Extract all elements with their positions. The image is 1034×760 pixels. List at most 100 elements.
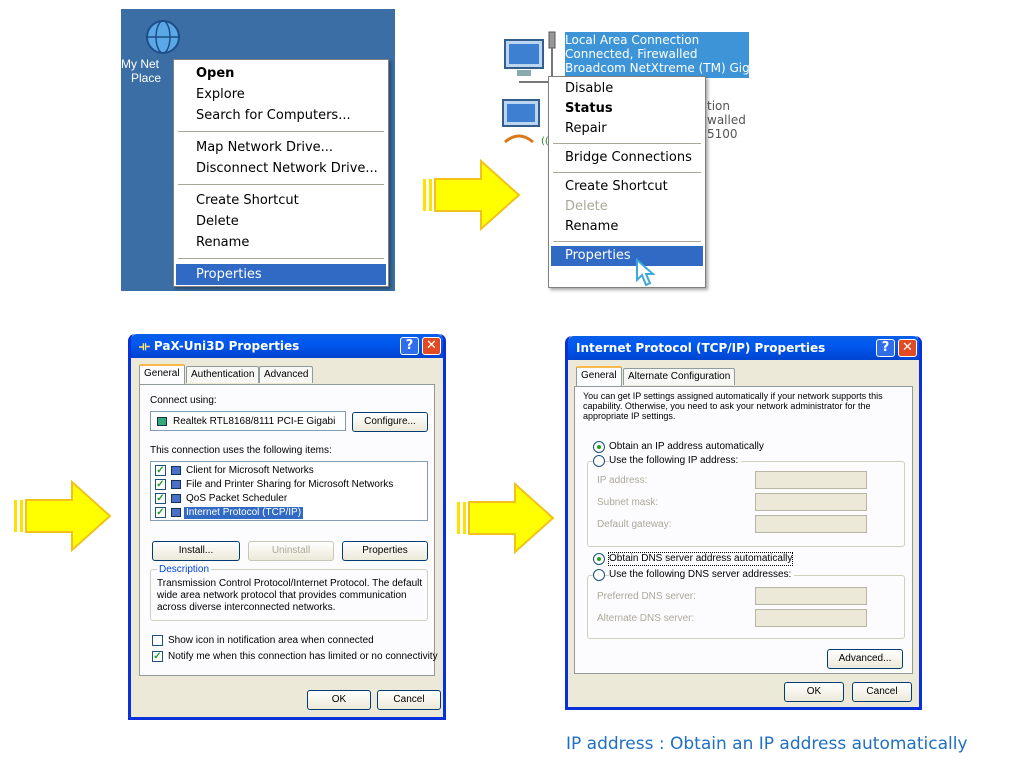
- menu-separator: [553, 241, 701, 242]
- properties-button[interactable]: Properties: [342, 541, 428, 561]
- menu-separator: [178, 184, 384, 185]
- dialog-titlebar: Internet Protocol (TCP/IP) Properties ? …: [568, 336, 919, 360]
- network-connections-panel: Local Area Connection Connected, Firewal…: [495, 20, 755, 290]
- menu-separator: [553, 172, 701, 173]
- connection-device: Broadcom NetXtreme (TM) Gigabit...: [565, 62, 749, 75]
- ok-button[interactable]: OK: [307, 690, 371, 710]
- adapter-name: Realtek RTL8168/8111 PCI-E Gigabi: [173, 416, 336, 427]
- component-checkbox[interactable]: ✓: [155, 507, 166, 518]
- tab-general[interactable]: General: [139, 364, 185, 384]
- obtain-dns-radio[interactable]: [593, 553, 605, 565]
- obtain-ip-radio[interactable]: [593, 441, 605, 453]
- component-checkbox[interactable]: ✓: [155, 493, 166, 504]
- second-connection-status: walled: [707, 113, 746, 127]
- ip-address-label: IP address:: [597, 475, 648, 486]
- close-button[interactable]: ✕: [422, 337, 441, 355]
- tab-alternate-configuration[interactable]: Alternate Configuration: [623, 368, 736, 385]
- menu-item-bridge-connections[interactable]: Bridge Connections: [551, 148, 703, 168]
- cancel-button[interactable]: Cancel: [377, 690, 441, 710]
- menu-item-create-shortcut[interactable]: Create Shortcut: [551, 177, 703, 197]
- menu-item-properties[interactable]: Properties: [551, 246, 703, 266]
- tab-authentication[interactable]: Authentication: [186, 366, 260, 383]
- connect-using-label: Connect using:: [150, 395, 217, 406]
- connection-properties-dialog: ⟛ PaX-Uni3D Properties ? ✕ General Authen…: [128, 334, 446, 720]
- subnet-mask-label: Subnet mask:: [597, 497, 659, 508]
- ok-button[interactable]: OK: [784, 682, 844, 702]
- menu-item-properties[interactable]: Properties: [176, 264, 386, 285]
- menu-item-open[interactable]: Open: [176, 63, 386, 84]
- menu-item-repair[interactable]: Repair: [551, 119, 703, 139]
- menu-separator: [178, 131, 384, 132]
- cancel-button[interactable]: Cancel: [852, 682, 912, 702]
- component-item[interactable]: ✓ QoS Packet Scheduler: [151, 492, 427, 506]
- right-arrow-icon: [423, 159, 521, 231]
- component-checkbox[interactable]: ✓: [155, 465, 166, 476]
- component-label: QoS Packet Scheduler: [186, 493, 288, 504]
- mouse-cursor-icon: [636, 258, 656, 287]
- component-item[interactable]: ✓ Internet Protocol (TCP/IP): [151, 506, 427, 520]
- menu-item-rename[interactable]: Rename: [551, 217, 703, 237]
- menu-separator: [178, 258, 384, 259]
- menu-item-status[interactable]: Status: [551, 99, 703, 119]
- dialog-tabs: General Alternate Configuration: [576, 366, 876, 386]
- menu-item-create-shortcut[interactable]: Create Shortcut: [176, 190, 386, 211]
- menu-item-delete[interactable]: Delete: [176, 211, 386, 232]
- menu-item-delete[interactable]: Delete: [551, 197, 703, 217]
- component-label: File and Printer Sharing for Microsoft N…: [186, 479, 394, 490]
- menu-item-disable[interactable]: Disable: [551, 79, 703, 99]
- ip-address-field[interactable]: [755, 471, 867, 489]
- default-gateway-label: Default gateway:: [597, 519, 672, 530]
- adapter-field: Realtek RTL8168/8111 PCI-E Gigabi: [150, 411, 346, 431]
- component-checkbox[interactable]: ✓: [155, 479, 166, 490]
- use-dns-label: Use the following DNS server addresses:: [609, 569, 795, 581]
- connection-context-menu: Disable Status Repair Bridge Connections Cre…: [548, 76, 706, 288]
- close-button[interactable]: ✕: [898, 339, 917, 357]
- notify-checkbox[interactable]: ✓: [152, 651, 163, 662]
- desktop-context-menu: Open Explore Search for Computers... Map Ne…: [173, 59, 389, 287]
- dialog-tabs: General Authentication Advanced: [139, 364, 439, 384]
- network-icon: ⟛: [139, 339, 150, 353]
- preferred-dns-label: Preferred DNS server:: [597, 591, 696, 602]
- tcpip-properties-dialog: Internet Protocol (TCP/IP) Properties ? …: [565, 336, 922, 710]
- network-adapter-icon: [157, 417, 167, 426]
- component-item[interactable]: ✓ File and Printer Sharing for Microsoft …: [151, 478, 427, 492]
- intro-line: capability. Otherwise, you need to ask y…: [583, 401, 871, 411]
- obtain-ip-label: Obtain an IP address automatically: [609, 441, 764, 452]
- menu-item-rename[interactable]: Rename: [176, 232, 386, 253]
- desktop-icon-label: My Net Place: [121, 57, 177, 85]
- tab-advanced[interactable]: Advanced: [259, 366, 314, 383]
- show-icon-label: Show icon in notification area when conn…: [168, 635, 374, 646]
- install-button[interactable]: Install...: [152, 541, 240, 561]
- my-network-places-icon[interactable]: [143, 15, 183, 59]
- component-item[interactable]: ✓ Client for Microsoft Networks: [151, 464, 427, 478]
- use-ip-label: Use the following IP address:: [609, 455, 742, 467]
- use-ip-radio[interactable]: [593, 455, 605, 467]
- second-connection-name: tion: [707, 99, 730, 113]
- subnet-mask-field[interactable]: [755, 493, 867, 511]
- help-button[interactable]: ?: [876, 339, 895, 357]
- connection-status: Connected, Firewalled: [565, 47, 698, 61]
- description-group: Description Transmission Control Protoco…: [150, 564, 428, 621]
- description-line: across diverse interconnected networks.: [157, 602, 336, 613]
- preferred-dns-field[interactable]: [755, 587, 867, 605]
- desktop-label-line: My Net: [121, 57, 160, 71]
- alternate-dns-field[interactable]: [755, 609, 867, 627]
- show-icon-checkbox[interactable]: [152, 635, 163, 646]
- general-tab-page: You can get IP settings assigned automat…: [574, 386, 913, 674]
- uninstall-button[interactable]: Uninstall: [248, 541, 334, 561]
- component-icon: [171, 494, 181, 503]
- menu-item-search-for-computers[interactable]: Search for Computers...: [176, 105, 386, 126]
- right-arrow-icon: [14, 480, 112, 552]
- menu-item-disconnect-network-drive[interactable]: Disconnect Network Drive...: [176, 158, 386, 179]
- tab-general[interactable]: General: [576, 366, 622, 386]
- menu-item-map-network-drive[interactable]: Map Network Drive...: [176, 137, 386, 158]
- default-gateway-field[interactable]: [755, 515, 867, 533]
- configure-button[interactable]: Configure...: [352, 412, 428, 432]
- desktop-context-panel: My Net Place Open Explore Search for Compu…: [121, 9, 395, 291]
- menu-item-explore[interactable]: Explore: [176, 84, 386, 105]
- help-button[interactable]: ?: [400, 337, 419, 355]
- use-dns-radio[interactable]: [593, 569, 605, 581]
- components-list[interactable]: ✓ Client for Microsoft Networks ✓ File and …: [150, 461, 428, 521]
- notify-label: Notify me when this connection has limit…: [168, 651, 438, 662]
- advanced-button[interactable]: Advanced...: [827, 649, 903, 669]
